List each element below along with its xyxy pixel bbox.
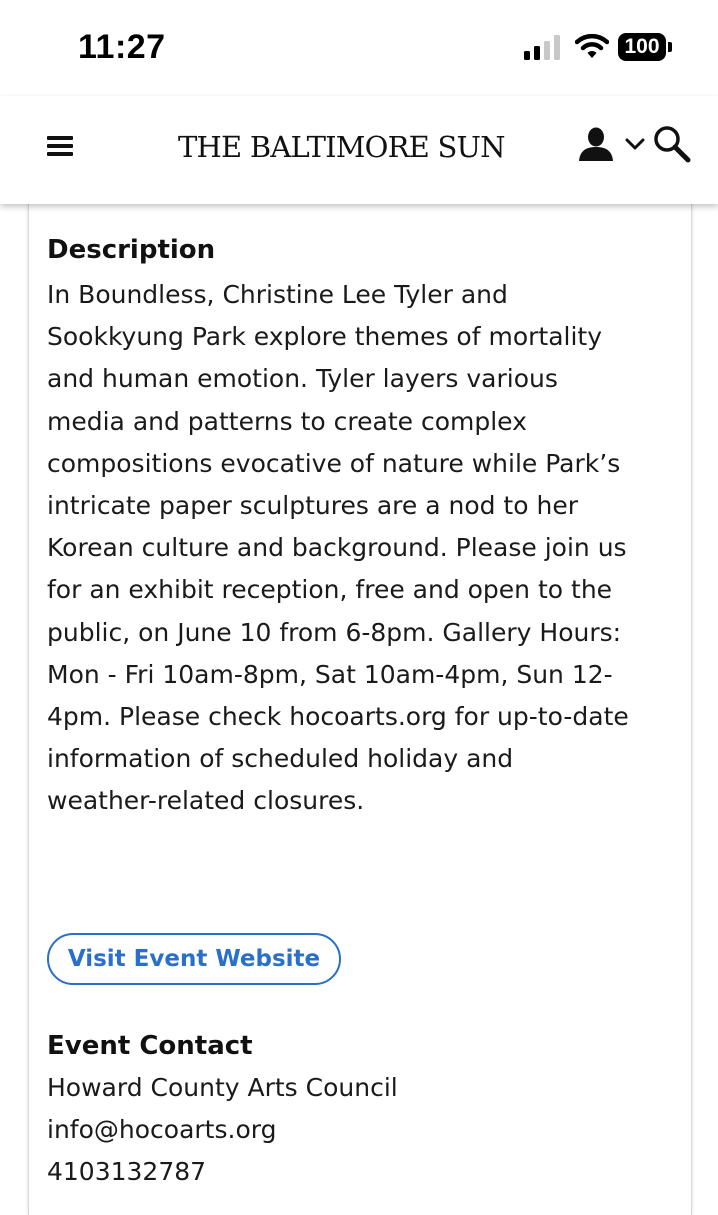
description-line: information of scheduled holiday and (47, 744, 514, 774)
visit-event-website-button[interactable]: Visit Event Website (47, 933, 341, 985)
description-line: compositions evocative of nature while P… (47, 448, 621, 478)
description-line: media and patterns to create complex (47, 406, 527, 436)
contact-organization: Howard County Arts Council (47, 1073, 398, 1102)
event-contact-heading: Event Contact (47, 1031, 253, 1061)
search-icon[interactable] (652, 124, 692, 164)
description-heading: Description (47, 235, 216, 265)
description-text: In Boundless, Christine Lee Tyler and So… (47, 274, 687, 823)
description-line: and human emotion. Tyler layers various (47, 364, 558, 394)
brand-logo[interactable]: THE BALTIMORE SUN (178, 124, 506, 170)
description-line: for an exhibit reception, free and open … (47, 575, 613, 605)
description-line: weather-related closures. (47, 786, 365, 816)
description-line: Mon - Fri 10am-8pm, Sat 10am-4pm, Sun 12… (47, 659, 613, 689)
status-bar: 11:27 100 (0, 0, 718, 96)
description-line: public, on June 10 from 6-8pm. Gallery H… (47, 617, 622, 647)
description-line: Korean culture and background. Please jo… (47, 533, 627, 563)
site-header: THE BALTIMORE SUN (0, 96, 718, 204)
chevron-down-icon[interactable] (624, 136, 646, 152)
battery-icon: 100 (618, 33, 672, 61)
hamburger-menu-icon[interactable] (47, 136, 73, 156)
description-line: intricate paper sculptures are a nod to … (47, 491, 578, 521)
battery-level: 100 (624, 35, 660, 58)
description-line: 4pm. Please check hocoarts.org for up-to… (47, 702, 629, 732)
description-line: In Boundless, Christine Lee Tyler and (47, 280, 508, 309)
user-account-icon[interactable] (577, 126, 615, 162)
description-line: Sookkyung Park explore themes of mortali… (47, 322, 603, 352)
contact-email-link[interactable]: info@hocoarts.org (47, 1109, 276, 1151)
event-details-card: Description In Boundless, Christine Lee … (28, 195, 692, 1215)
wifi-icon (574, 32, 610, 60)
status-time: 11:27 (78, 28, 166, 66)
cellular-signal-icon (524, 34, 564, 60)
contact-phone[interactable]: 4103132787 (47, 1151, 206, 1193)
